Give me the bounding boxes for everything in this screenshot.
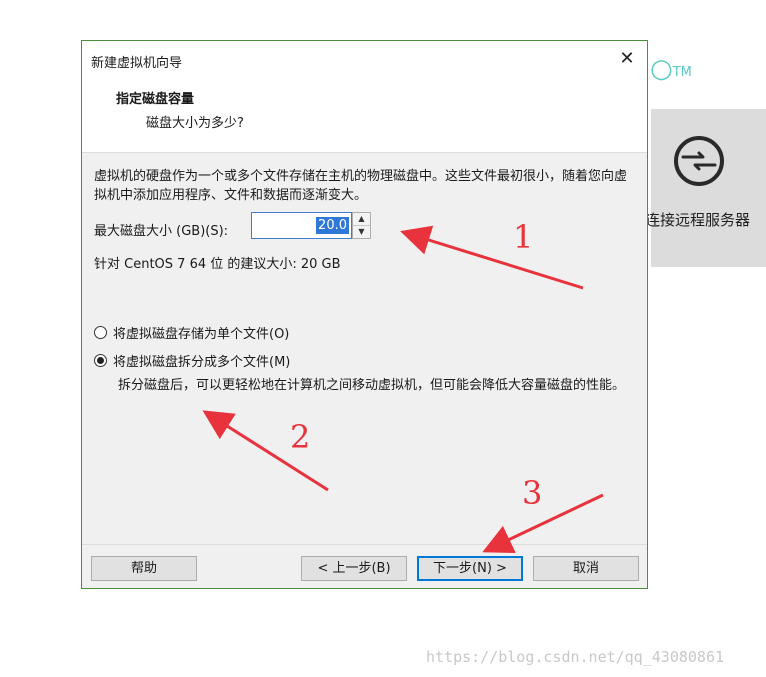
watermark: https://blog.csdn.net/qq_43080861	[426, 648, 725, 666]
annotation-number-1: 1	[513, 218, 533, 256]
annotation-number-2: 2	[290, 418, 310, 456]
annotation-number-3: 3	[522, 474, 542, 512]
annotation-arrow-3	[482, 493, 604, 553]
annotation-overlay: 1 2 3	[202, 218, 604, 553]
annotation-arrow-1	[400, 225, 584, 290]
